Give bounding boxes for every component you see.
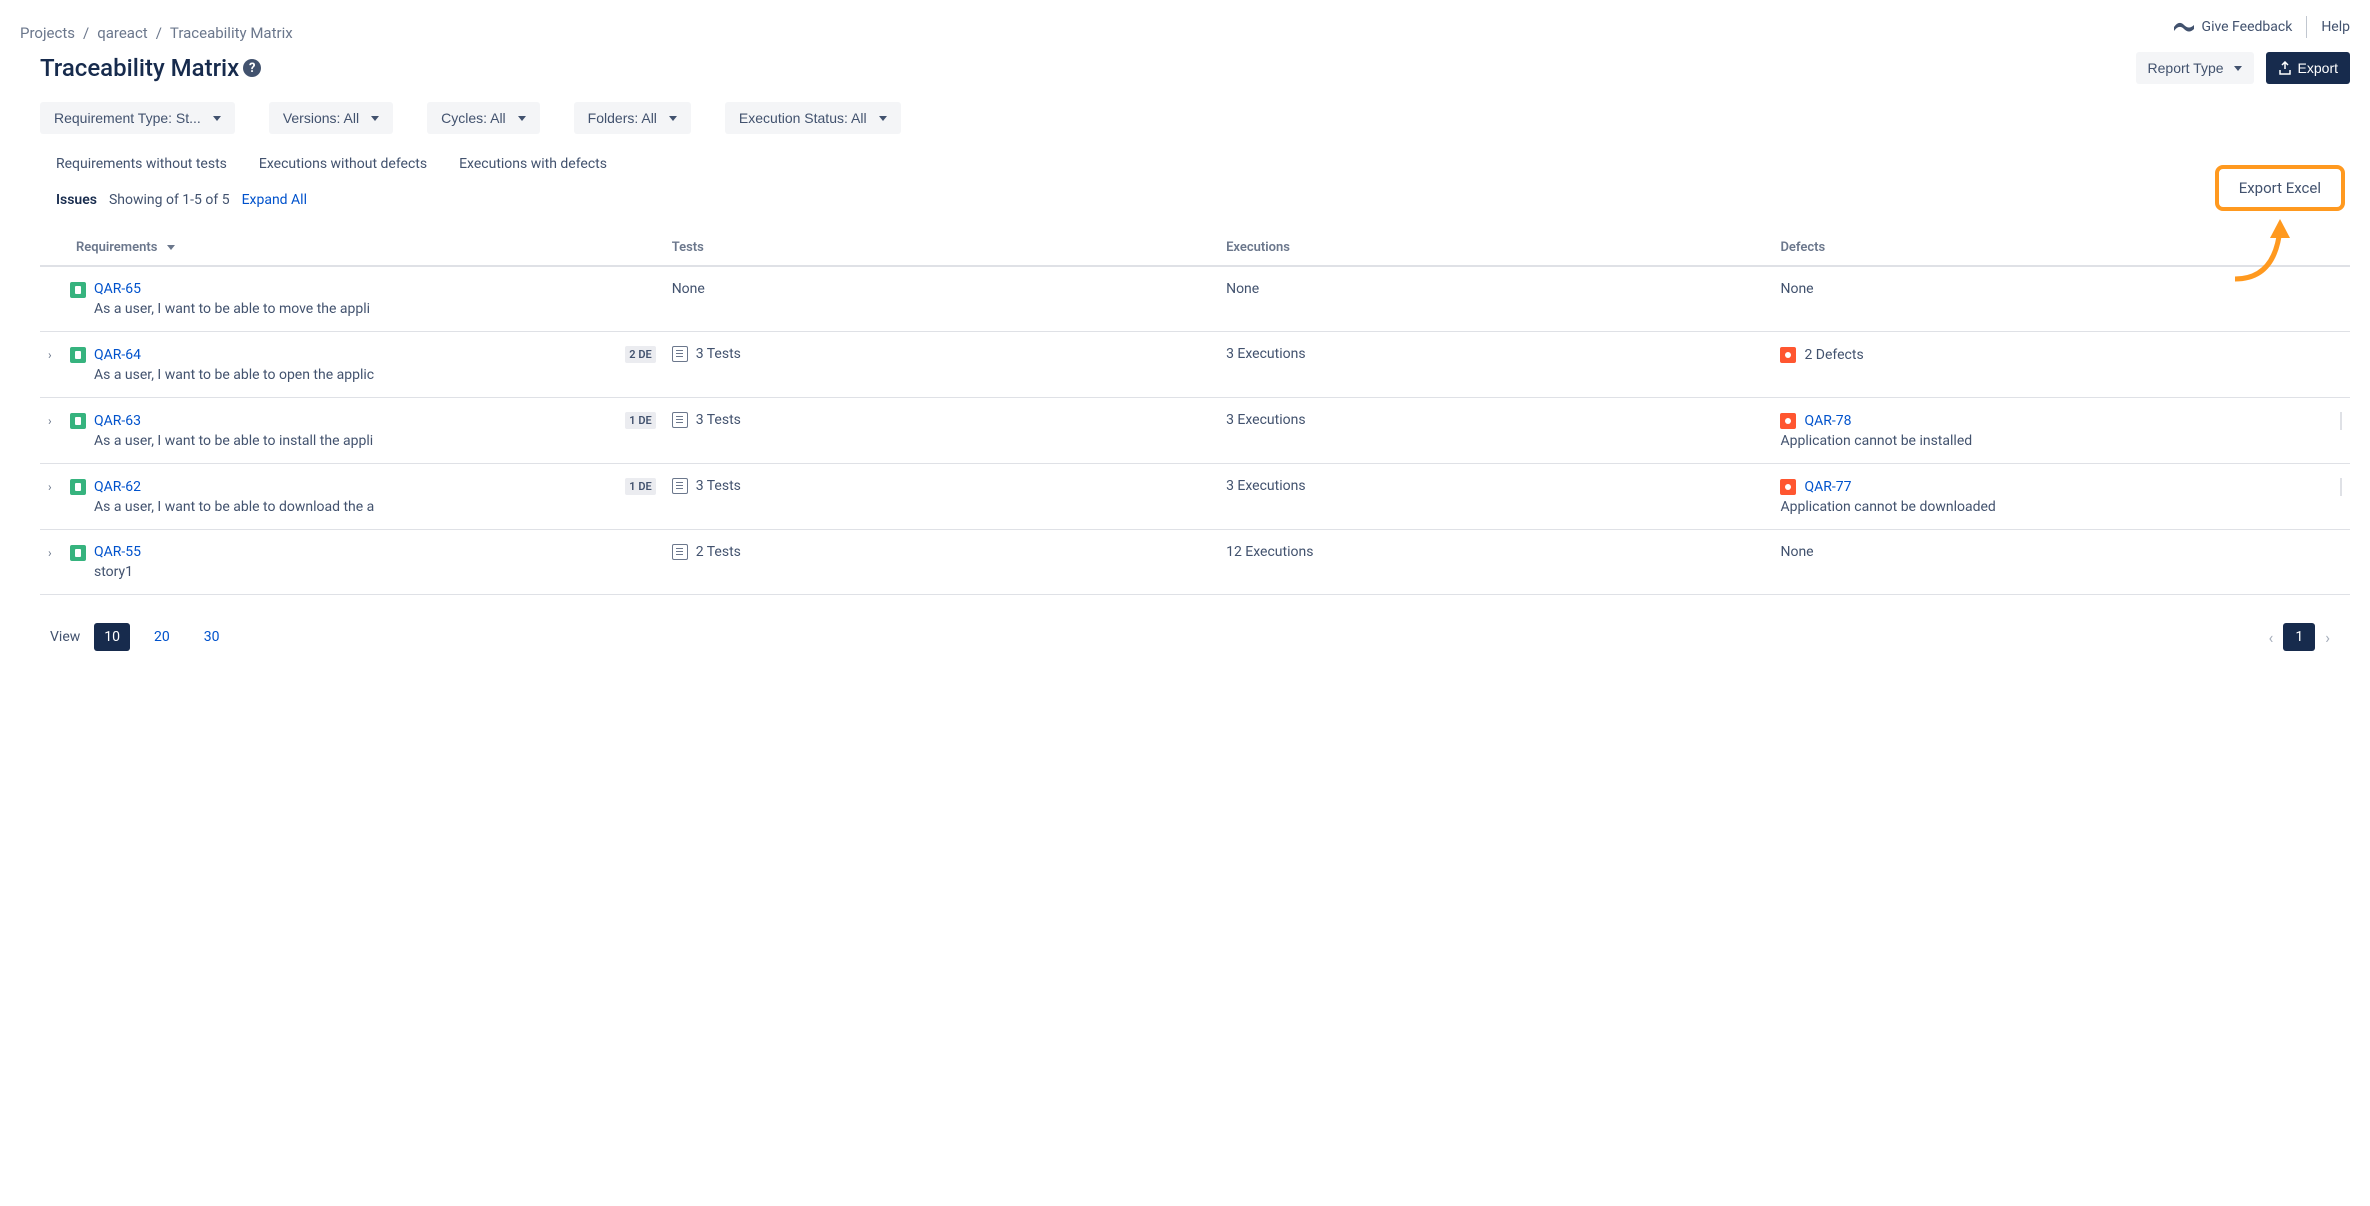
tests-count: 2 Tests: [696, 544, 741, 560]
requirement-description: As a user, I want to be able to download…: [94, 499, 404, 515]
chevron-down-icon: [669, 116, 677, 121]
defect-link[interactable]: QAR-77: [1804, 479, 1851, 495]
column-executions: Executions: [1218, 230, 1772, 266]
pager-next[interactable]: ›: [2325, 628, 2330, 647]
chevron-down-icon: [518, 116, 526, 121]
filter-versions[interactable]: Versions: All: [269, 102, 393, 134]
breadcrumb-page[interactable]: Traceability Matrix: [170, 24, 293, 42]
executions-count: 3 Executions: [1218, 332, 1772, 398]
breadcrumb-projects[interactable]: Projects: [20, 24, 75, 42]
requirement-description: As a user, I want to be able to move the…: [94, 301, 404, 317]
defect-icon: [1780, 479, 1796, 495]
annotation-arrow: [2225, 214, 2315, 284]
requirement-description: story1: [94, 564, 404, 580]
page-size-30[interactable]: 30: [194, 623, 230, 651]
de-badge: 2 DE: [625, 346, 655, 363]
de-badge: 1 DE: [625, 478, 655, 495]
requirement-link[interactable]: QAR-55: [94, 544, 141, 560]
chevron-down-icon: [167, 245, 175, 250]
chevron-down-icon: [879, 116, 887, 121]
table-row: › QAR-64 2 DE As a user, I want to be able …: [40, 332, 2350, 398]
requirement-link[interactable]: QAR-63: [94, 413, 141, 429]
test-icon: [672, 544, 688, 560]
view-label: View: [50, 629, 80, 645]
defect-icon: [1780, 413, 1796, 429]
story-icon: [70, 413, 86, 429]
executions-count: None: [1218, 266, 1772, 332]
executions-count: 12 Executions: [1218, 530, 1772, 595]
page-size-20[interactable]: 20: [144, 623, 180, 651]
breadcrumb: Projects / qareact / Traceability Matrix: [20, 16, 293, 42]
defects-none: None: [1772, 530, 2350, 595]
issues-label: Issues: [56, 192, 97, 208]
defect-description: Application cannot be installed: [1780, 433, 1972, 449]
expand-chevron[interactable]: ›: [48, 544, 62, 560]
breadcrumb-project[interactable]: qareact: [97, 24, 148, 42]
link-executions-with-defects[interactable]: Executions with defects: [459, 156, 607, 172]
chevron-down-icon: [371, 116, 379, 121]
export-button[interactable]: Export: [2266, 52, 2350, 84]
test-icon: [672, 412, 688, 428]
chevron-down-icon: [213, 116, 221, 121]
page-size-10[interactable]: 10: [94, 623, 130, 651]
divider: [2340, 478, 2342, 496]
filter-cycles[interactable]: Cycles: All: [427, 102, 540, 134]
tests-count: 3 Tests: [696, 346, 741, 362]
table-row: › QAR-55 story1 2 Tests 12 ExecutionsNone: [40, 530, 2350, 595]
defects-count: 2 Defects: [1804, 347, 1863, 363]
showing-text: Showing of 1-5 of 5: [109, 192, 230, 208]
test-icon: [672, 346, 688, 362]
help-link[interactable]: Help: [2321, 19, 2350, 35]
tests-count: 3 Tests: [696, 478, 741, 494]
column-requirements[interactable]: Requirements: [76, 240, 157, 255]
divider: [2306, 16, 2307, 38]
help-icon[interactable]: ?: [243, 59, 261, 77]
expand-all-link[interactable]: Expand All: [242, 192, 307, 208]
story-icon: [70, 545, 86, 561]
expand-chevron[interactable]: ›: [48, 346, 62, 362]
test-icon: [672, 478, 688, 494]
expand-chevron[interactable]: ›: [48, 478, 62, 494]
requirement-link[interactable]: QAR-64: [94, 347, 141, 363]
de-badge: 1 DE: [625, 412, 655, 429]
requirement-link[interactable]: QAR-62: [94, 479, 141, 495]
story-icon: [70, 347, 86, 363]
table-row: ›QAR-65As a user, I want to be able to m…: [40, 266, 2350, 332]
executions-count: 3 Executions: [1218, 398, 1772, 464]
export-excel-menuitem[interactable]: Export Excel: [2215, 165, 2345, 211]
story-icon: [70, 479, 86, 495]
tests-count: 3 Tests: [696, 412, 741, 428]
defect-icon: [1780, 347, 1796, 363]
table-row: › QAR-62 1 DE As a user, I want to be able …: [40, 464, 2350, 530]
defect-link[interactable]: QAR-78: [1804, 413, 1851, 429]
page-title: Traceability Matrix: [40, 54, 239, 82]
column-tests: Tests: [664, 230, 1218, 266]
link-requirements-without-tests[interactable]: Requirements without tests: [56, 156, 227, 172]
requirement-description: As a user, I want to be able to install …: [94, 433, 404, 449]
defect-description: Application cannot be downloaded: [1780, 499, 1995, 515]
tests-none: None: [664, 266, 1218, 332]
report-type-dropdown[interactable]: Report Type: [2136, 52, 2254, 84]
feedback-icon: [2174, 20, 2194, 34]
table-row: › QAR-63 1 DE As a user, I want to be able …: [40, 398, 2350, 464]
executions-count: 3 Executions: [1218, 464, 1772, 530]
filter-execution-status[interactable]: Execution Status: All: [725, 102, 901, 134]
divider: [2340, 412, 2342, 430]
requirement-link[interactable]: QAR-65: [94, 281, 141, 297]
chevron-down-icon: [2234, 66, 2242, 71]
requirement-description: As a user, I want to be able to open the…: [94, 367, 404, 383]
pager-prev[interactable]: ‹: [2269, 628, 2274, 647]
filter-folders[interactable]: Folders: All: [574, 102, 691, 134]
expand-chevron[interactable]: ›: [48, 412, 62, 428]
traceability-table: Requirements Tests Executions Defects ›Q…: [40, 230, 2350, 595]
story-icon: [70, 282, 86, 298]
give-feedback-link[interactable]: Give Feedback: [2174, 19, 2293, 35]
pager-current[interactable]: 1: [2283, 623, 2315, 651]
export-icon: [2278, 61, 2292, 75]
filter-requirement-type[interactable]: Requirement Type: St...: [40, 102, 235, 134]
link-executions-without-defects[interactable]: Executions without defects: [259, 156, 427, 172]
